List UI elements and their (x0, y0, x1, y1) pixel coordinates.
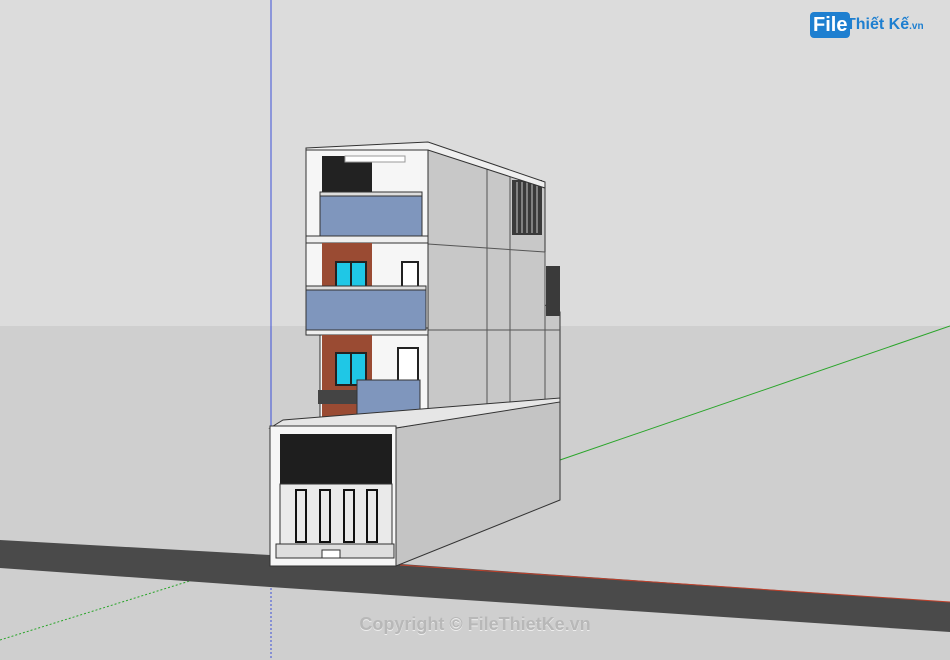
sketchup-viewport (0, 0, 950, 660)
side-louver-mid (546, 266, 560, 316)
floor-slab-3 (305, 235, 429, 244)
logo-name-text: Thiết Kế.vn (846, 16, 924, 34)
glass-balustrade-top (319, 193, 423, 237)
glass-balustrade-mid (305, 287, 427, 331)
logo-name: Thiết Kế (846, 16, 910, 33)
logo-file-text: File (810, 12, 851, 38)
copyright-watermark: Copyright © FileThietKe.vn (359, 614, 591, 634)
garage-header (280, 434, 392, 484)
logo-tld: .vn (909, 21, 924, 32)
door-floor-2 (397, 347, 419, 383)
filethietke-logo: File Thiết Kế.vn (810, 10, 930, 44)
planter-box (318, 390, 358, 404)
